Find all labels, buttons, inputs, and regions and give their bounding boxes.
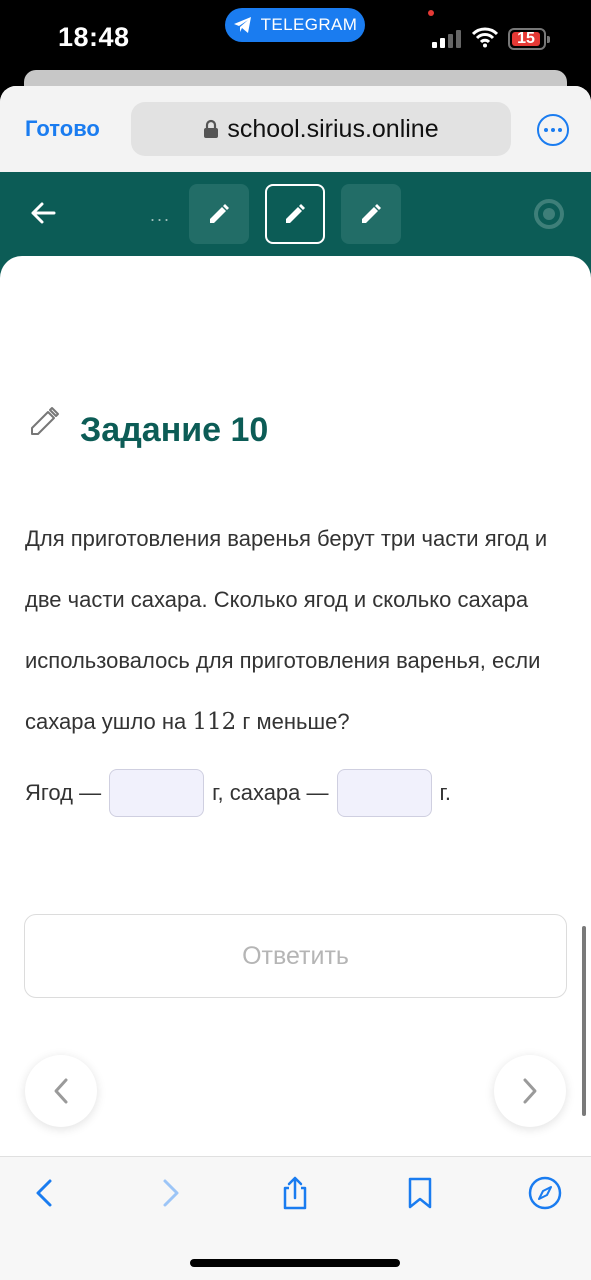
clock: 18:48: [58, 22, 130, 52]
recording-indicator: [428, 10, 434, 16]
answer-row: Ягод — г, сахара — г.: [25, 769, 451, 817]
problem-text-start: Для приготовления варенья берут три част…: [25, 526, 548, 734]
telegram-return-pill[interactable]: TELEGRAM: [225, 8, 365, 42]
telegram-icon: [233, 17, 251, 33]
task-title: Задание 10: [80, 411, 269, 449]
task-card: Задание 10 Для приготовления варенья бер…: [0, 256, 591, 1156]
pencil-icon: [31, 407, 59, 435]
url-bar: Готово school.sirius.online: [0, 86, 591, 172]
lock-icon: [204, 119, 219, 138]
compass-icon[interactable]: [527, 1175, 563, 1211]
problem-text: Для приготовления варенья берут три част…: [25, 508, 573, 753]
home-indicator: [190, 1259, 400, 1267]
back-icon[interactable]: [27, 1175, 63, 1211]
task-button-9[interactable]: [189, 184, 249, 244]
battery-icon: 15: [508, 28, 550, 50]
share-icon[interactable]: [277, 1175, 313, 1211]
submit-answer-button[interactable]: Ответить: [24, 914, 567, 998]
problem-text-end: г меньше?: [236, 709, 350, 734]
berries-input[interactable]: [109, 769, 205, 817]
scrollbar[interactable]: [582, 926, 586, 1116]
pencil-icon: [362, 204, 381, 223]
berries-label: Ягод —: [25, 780, 102, 805]
status-bar: 18:48 TELEGRAM 15: [0, 0, 591, 72]
pill-label: TELEGRAM: [260, 15, 358, 34]
task-button-10-active[interactable]: [265, 184, 325, 244]
chevron-right-icon: [523, 1078, 537, 1104]
forward-icon[interactable]: [152, 1175, 188, 1211]
bookmarks-icon[interactable]: [402, 1175, 438, 1211]
sugar-label: г, сахара —: [212, 780, 329, 805]
previous-task-button[interactable]: [25, 1055, 97, 1127]
battery-level: 15: [512, 31, 540, 47]
grams-suffix: г.: [439, 780, 451, 805]
in-app-browser: Готово school.sirius.online ... Задание …: [0, 86, 591, 1280]
task-button-11[interactable]: [341, 184, 401, 244]
more-options-icon[interactable]: [537, 114, 569, 146]
progress-ring-icon[interactable]: [533, 198, 565, 230]
problem-number: 112: [192, 709, 237, 735]
url-text: school.sirius.online: [227, 114, 439, 143]
cellular-signal-icon: [432, 30, 464, 48]
sugar-input[interactable]: [336, 769, 432, 817]
arrow-left-icon[interactable]: [28, 198, 58, 228]
pencil-icon: [210, 204, 229, 223]
wifi-icon: [472, 27, 498, 48]
pencil-icon: [286, 204, 305, 223]
chevron-left-icon: [54, 1078, 68, 1104]
next-task-button[interactable]: [494, 1055, 566, 1127]
more-tasks-indicator[interactable]: ...: [150, 205, 171, 226]
address-field[interactable]: school.sirius.online: [131, 102, 511, 156]
done-button[interactable]: Готово: [25, 116, 100, 142]
